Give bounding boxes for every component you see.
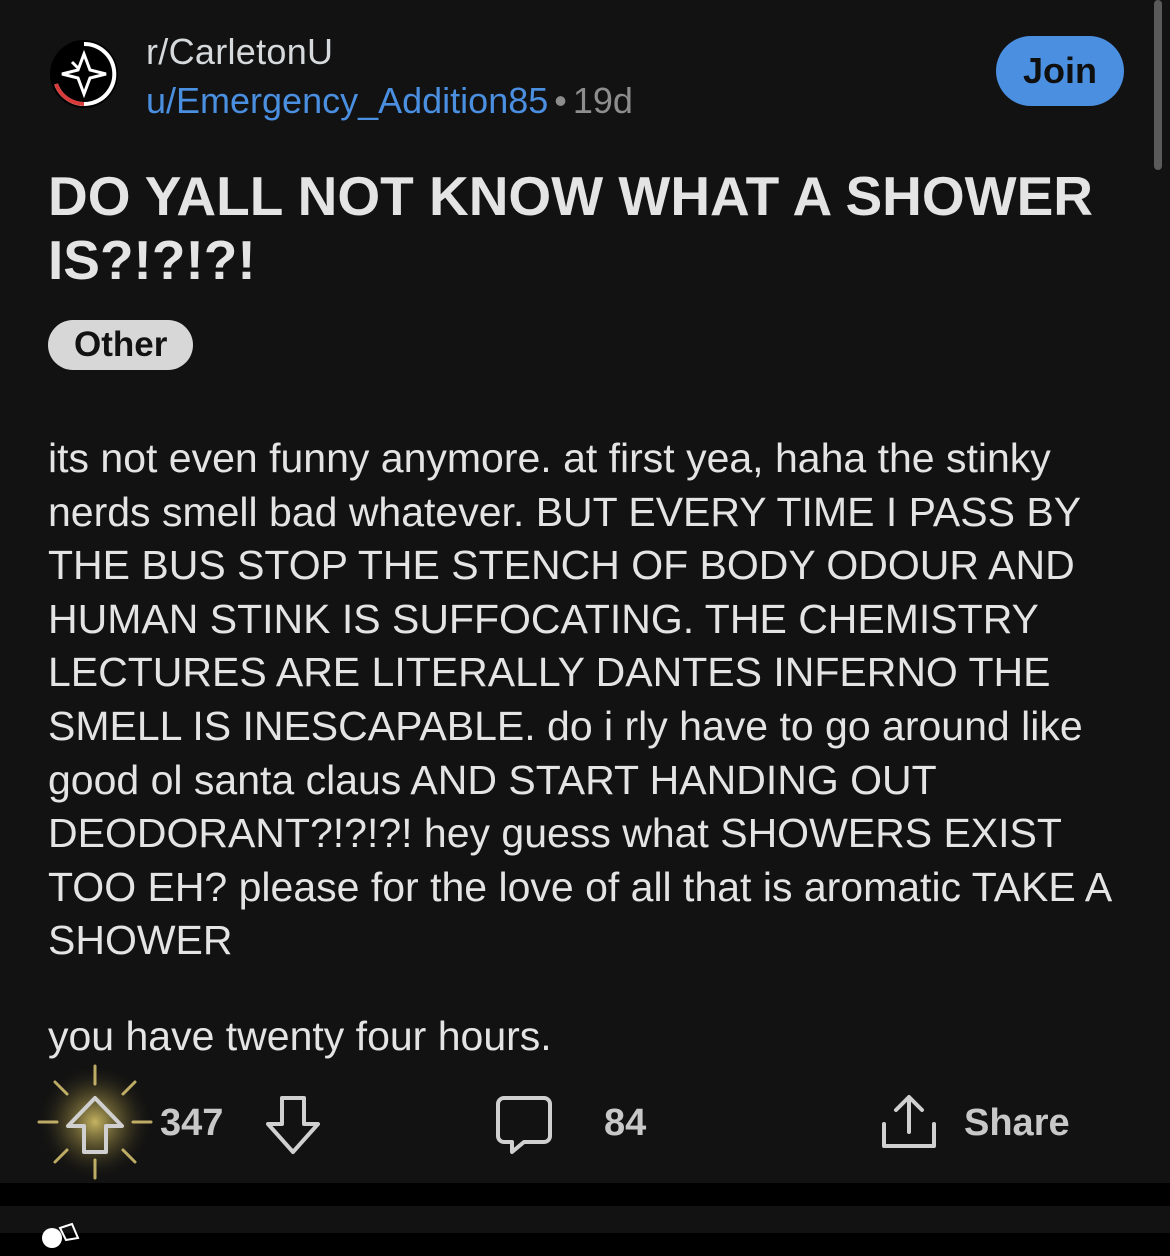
comment-count: 84 <box>604 1102 647 1144</box>
post-card: r/CarletonU u/Emergency_Addition85 • 19d J… <box>0 0 1170 1183</box>
subreddit-name[interactable]: r/CarletonU <box>146 30 633 74</box>
post-meta: r/CarletonU u/Emergency_Addition85 • 19d <box>146 30 633 124</box>
upvote-count: 347 <box>160 1102 224 1144</box>
comment-icon[interactable] <box>494 1094 554 1156</box>
post-title: DO YALL NOT KNOW WHAT A SHOWER IS?!?!?! <box>48 165 1093 291</box>
share-icon[interactable] <box>876 1092 942 1154</box>
post-flair[interactable]: Other <box>48 320 194 370</box>
post-age: 19d <box>572 80 633 121</box>
author-line: u/Emergency_Addition85 • 19d <box>146 78 633 124</box>
author-username[interactable]: u/Emergency_Addition85 <box>146 80 548 121</box>
post-body-paragraph: you have twenty four hours. <box>48 1013 552 1059</box>
next-post-avatar-icon <box>42 1222 80 1248</box>
post-header: r/CarletonU u/Emergency_Addition85 • 19d J… <box>48 30 1124 121</box>
next-post-preview[interactable] <box>0 1206 1170 1248</box>
downvote-icon[interactable] <box>262 1094 324 1156</box>
post-body-paragraph: its not even funny anymore. at first yea… <box>48 435 1110 964</box>
upvote-icon[interactable] <box>62 1094 128 1156</box>
post-action-bar: 347 84 Share <box>0 1064 1170 1180</box>
scrollbar[interactable] <box>1154 0 1162 170</box>
subreddit-logo-icon[interactable] <box>48 38 120 110</box>
join-button[interactable]: Join <box>996 36 1124 106</box>
meta-separator: • <box>554 80 567 121</box>
share-button-label[interactable]: Share <box>964 1100 1070 1146</box>
